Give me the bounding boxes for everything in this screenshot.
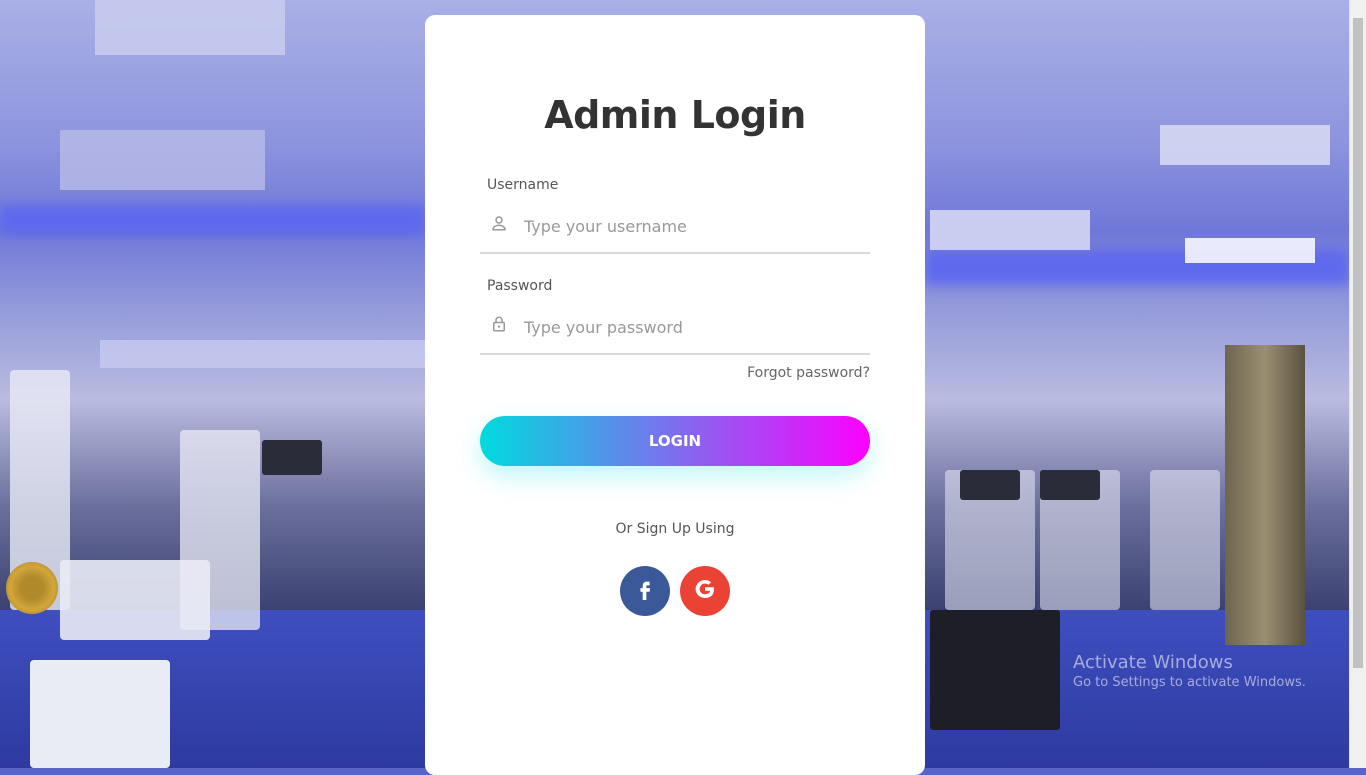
password-field-wrapper bbox=[480, 301, 870, 355]
username-label: Username bbox=[487, 177, 559, 193]
username-field-wrapper bbox=[480, 200, 870, 254]
watermark-subtitle: Go to Settings to activate Windows. bbox=[1073, 675, 1306, 690]
vertical-scrollbar[interactable] bbox=[1349, 0, 1366, 768]
page-title: Admin Login bbox=[544, 93, 806, 137]
login-card: Admin Login Username Password Forgot pas… bbox=[425, 15, 925, 775]
facebook-button[interactable] bbox=[620, 566, 670, 616]
person-icon bbox=[490, 214, 508, 232]
windows-activation-watermark: Activate Windows Go to Settings to activ… bbox=[1073, 652, 1306, 690]
password-input[interactable] bbox=[522, 309, 866, 345]
google-button[interactable] bbox=[680, 566, 730, 616]
login-button[interactable]: LOGIN bbox=[480, 416, 870, 466]
google-icon bbox=[693, 577, 717, 605]
alt-signup-text: Or Sign Up Using bbox=[615, 521, 735, 537]
lock-icon bbox=[490, 315, 508, 333]
password-label: Password bbox=[487, 278, 553, 294]
watermark-title: Activate Windows bbox=[1073, 652, 1233, 673]
forgot-password-link[interactable]: Forgot password? bbox=[747, 365, 870, 381]
username-input[interactable] bbox=[522, 208, 866, 244]
scrollbar-thumb[interactable] bbox=[1353, 18, 1363, 668]
facebook-icon bbox=[634, 578, 656, 604]
